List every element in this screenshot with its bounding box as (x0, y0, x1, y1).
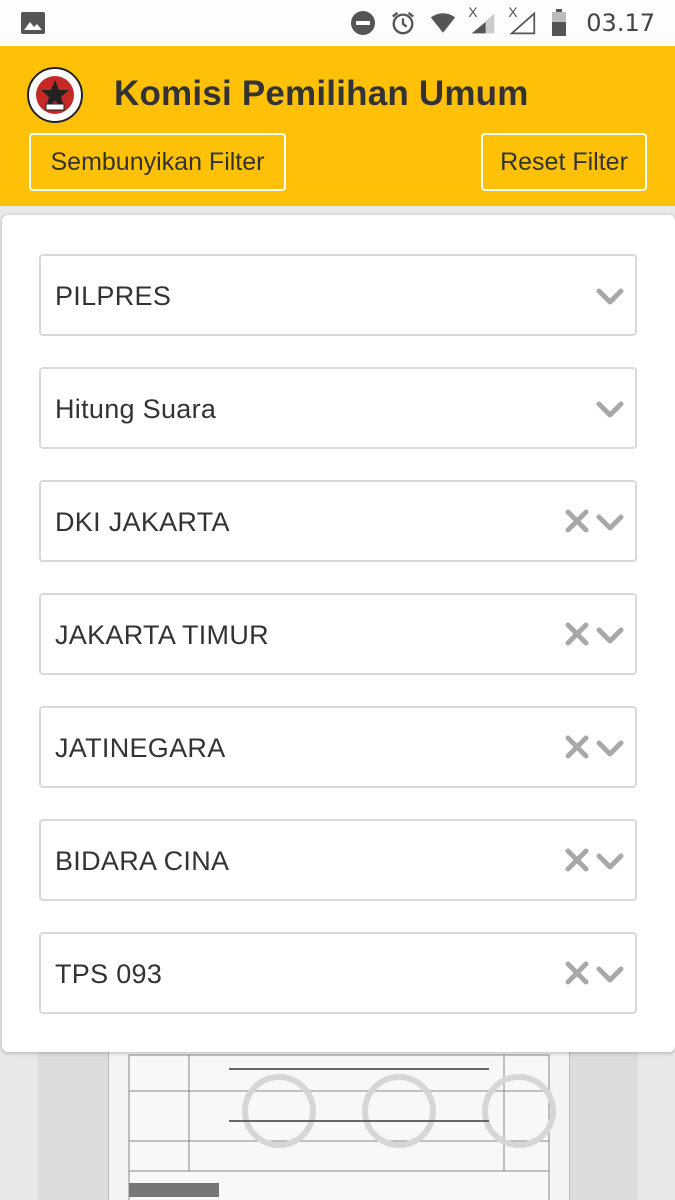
filter-select-6[interactable]: BIDARA CINA (39, 819, 637, 901)
alarm-icon (390, 10, 416, 36)
battery-icon (550, 9, 568, 36)
chevron-down-icon[interactable] (595, 625, 625, 647)
clear-icon[interactable] (563, 846, 591, 874)
signal-x-label: X (468, 4, 478, 20)
filter-select-4[interactable]: JAKARTA TIMUR (39, 593, 637, 675)
filter-select-value: Hitung Suara (55, 394, 217, 424)
clear-icon[interactable] (563, 507, 591, 535)
filter-select-value: JAKARTA TIMUR (55, 620, 269, 650)
filter-select-7[interactable]: TPS 093 (39, 932, 637, 1014)
filter-select-value: PILPRES (55, 281, 172, 311)
status-bar: X X 03.17 (0, 0, 675, 46)
filter-select-value: JATINEGARA (55, 733, 226, 763)
chevron-down-icon[interactable] (595, 964, 625, 986)
filter-select-value: TPS 093 (55, 959, 163, 989)
chevron-down-icon[interactable] (595, 738, 625, 760)
filter-panel: PILPRES Hitung Suara DKI JAKARTA JAKARTA TI… (2, 215, 675, 1052)
chevron-down-icon[interactable] (595, 851, 625, 873)
clear-icon[interactable] (563, 959, 591, 987)
do-not-disturb-icon (350, 10, 376, 36)
signal-icon: X (468, 4, 496, 36)
filter-select-2[interactable]: Hitung Suara (39, 367, 637, 449)
wifi-icon (430, 10, 456, 36)
chevron-down-icon[interactable] (595, 286, 625, 308)
chevron-down-icon[interactable] (595, 512, 625, 534)
filter-select-value: DKI JAKARTA (55, 507, 230, 537)
kpu-logo (26, 66, 84, 124)
chevron-down-icon[interactable] (595, 399, 625, 421)
gallery-notification-icon (20, 10, 46, 36)
filter-select-value: BIDARA CINA (55, 846, 230, 876)
app-header: Komisi Pemilihan Umum Sembunyikan Filter… (0, 46, 675, 206)
clock: 03.17 (586, 9, 655, 37)
hide-filter-button[interactable]: Sembunyikan Filter (29, 133, 286, 191)
reset-filter-button[interactable]: Reset Filter (481, 133, 647, 191)
clear-icon[interactable] (563, 733, 591, 761)
signal-icon-2: X (508, 4, 536, 36)
filter-select-3[interactable]: DKI JAKARTA (39, 480, 637, 562)
filter-select-5[interactable]: JATINEGARA (39, 706, 637, 788)
filter-select-1[interactable]: PILPRES (39, 254, 637, 336)
clear-icon[interactable] (563, 620, 591, 648)
signal-x-label-2: X (508, 4, 518, 20)
c1-form-image (108, 1050, 570, 1200)
page-title: Komisi Pemilihan Umum (114, 74, 529, 113)
